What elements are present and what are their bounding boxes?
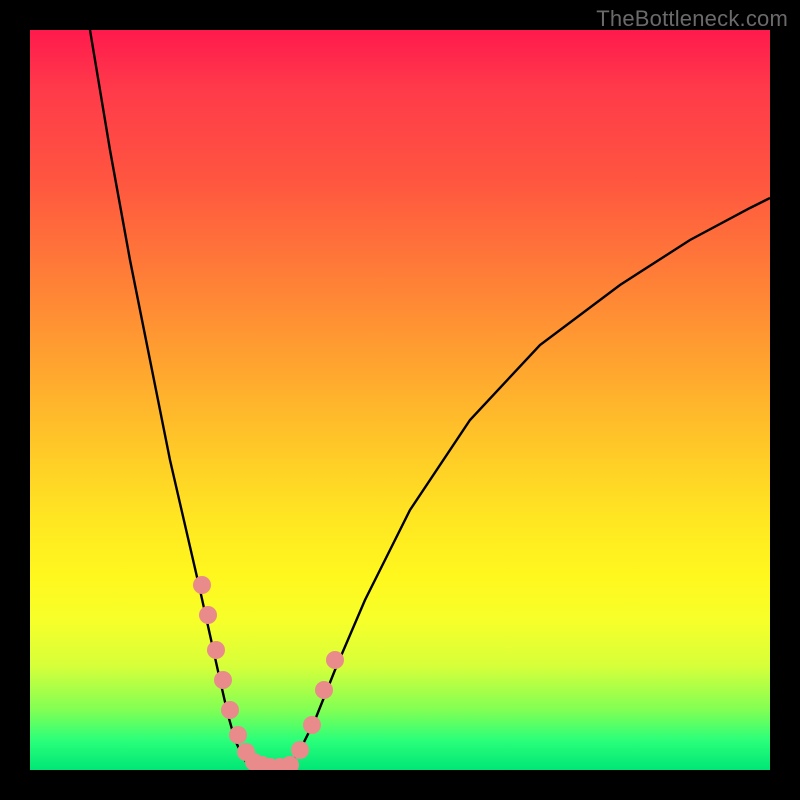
marker-dot (326, 651, 344, 669)
marker-dot (291, 741, 309, 759)
chart-svg (30, 30, 770, 770)
marker-dot (303, 716, 321, 734)
marker-dots (193, 576, 344, 770)
marker-dot (214, 671, 232, 689)
marker-dot (315, 681, 333, 699)
marker-dot (207, 641, 225, 659)
watermark-text: TheBottleneck.com (596, 6, 788, 32)
marker-dot (229, 726, 247, 744)
chart-frame: TheBottleneck.com (0, 0, 800, 800)
bottleneck-curve (90, 30, 770, 769)
marker-dot (221, 701, 239, 719)
marker-dot (199, 606, 217, 624)
plot-area (30, 30, 770, 770)
marker-dot (193, 576, 211, 594)
